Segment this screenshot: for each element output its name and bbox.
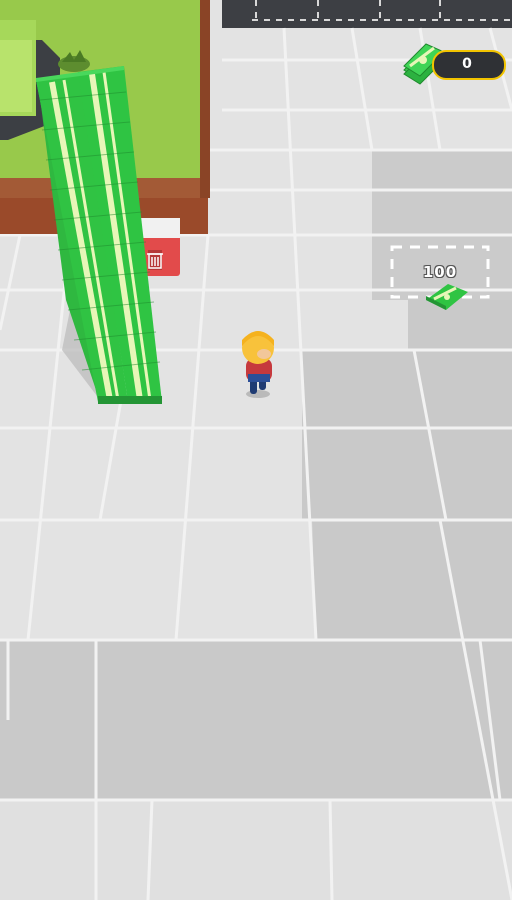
money-counter: 0 (402, 44, 512, 84)
game-scene (0, 0, 512, 900)
unlock-price-label: 100 (422, 263, 458, 281)
money-value: 0 (462, 56, 472, 72)
top-road (222, 0, 512, 28)
floor-bottom-strip (0, 800, 512, 900)
